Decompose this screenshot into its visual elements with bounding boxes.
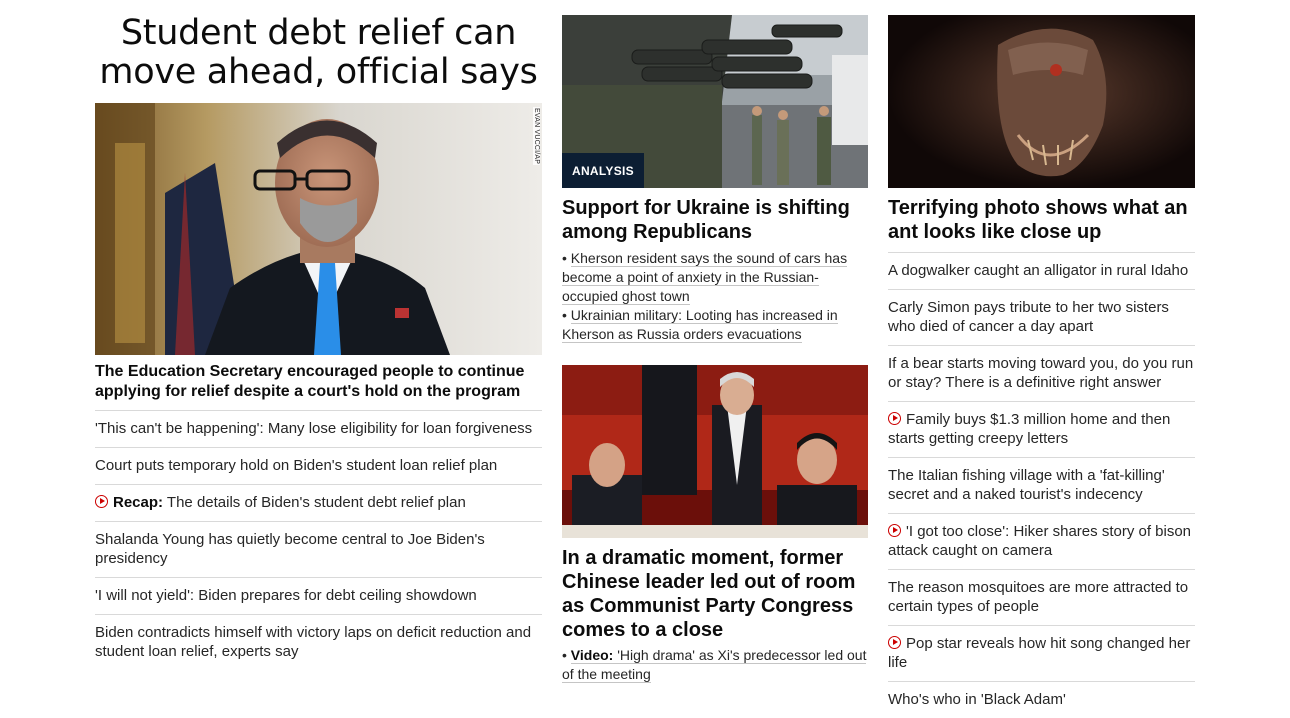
list-item: The Italian fishing village with a 'fat-… (888, 457, 1195, 513)
story-link[interactable]: Court puts temporary hold on Biden's stu… (95, 457, 497, 474)
list-item: If a bear starts moving toward you, do y… (888, 345, 1195, 401)
middle-column: ANALYSIS Support for Ukraine is shifting… (562, 0, 868, 683)
more-stories-list: A dogwalker caught an alligator in rural… (888, 252, 1195, 718)
story-text: The details of Biden's student debt reli… (163, 494, 466, 511)
ukraine-bullets: • Kherson resident says the sound of car… (562, 249, 868, 344)
list-item: Pop star reveals how hit song changed he… (888, 625, 1195, 681)
left-column: Student debt relief can move ahead, offi… (95, 0, 542, 670)
bullet-item: • Kherson resident says the sound of car… (562, 250, 848, 305)
list-item: 'This can't be happening': Many lose eli… (95, 410, 542, 447)
hero-headline[interactable]: Student debt relief can move ahead, offi… (95, 14, 542, 92)
bullet-item: • Ukrainian military: Looting has increa… (562, 307, 838, 343)
recap-prefix: Recap: (113, 494, 164, 511)
list-item: Carly Simon pays tribute to her two sist… (888, 289, 1195, 345)
hero-image[interactable]: EVAN VUCCI/AP (95, 103, 542, 355)
bullet-link[interactable]: Ukrainian military: Looting has increase… (562, 307, 838, 343)
hero-photo (95, 103, 542, 355)
china-bullets: • Video: 'High drama' as Xi's predecesso… (562, 646, 868, 684)
story-link-video[interactable]: Family buys $1.3 million home and then s… (888, 411, 1170, 447)
play-icon (888, 412, 901, 425)
story-link[interactable]: If a bear starts moving toward you, do y… (888, 355, 1193, 391)
list-item: 'I will not yield': Biden prepares for d… (95, 577, 542, 614)
story-link[interactable]: Carly Simon pays tribute to her two sist… (888, 299, 1169, 335)
ant-photo (888, 15, 1195, 188)
story-link[interactable]: 'I will not yield': Biden prepares for d… (95, 587, 477, 604)
list-item: The reason mosquitoes are more attracted… (888, 569, 1195, 625)
list-item: Family buys $1.3 million home and then s… (888, 401, 1195, 457)
list-item: A dogwalker caught an alligator in rural… (888, 252, 1195, 289)
story-link-video[interactable]: 'I got too close': Hiker shares story of… (888, 523, 1191, 559)
video-bullet-link[interactable]: Video: 'High drama' as Xi's predecessor … (562, 647, 867, 683)
ukraine-image[interactable]: ANALYSIS (562, 15, 868, 188)
analysis-badge: ANALYSIS (562, 153, 644, 188)
story-link[interactable]: Who's who in 'Black Adam' (888, 691, 1066, 708)
story-link[interactable]: 'This can't be happening': Many lose eli… (95, 420, 532, 437)
bullet-item: • Video: 'High drama' as Xi's predecesso… (562, 647, 867, 683)
story-link[interactable]: Shalanda Young has quietly become centra… (95, 531, 485, 567)
lead-summary-link[interactable]: The Education Secretary encouraged peopl… (95, 362, 542, 402)
story-text: 'I got too close': Hiker shares story of… (888, 523, 1192, 559)
related-stories-list: 'This can't be happening': Many lose eli… (95, 410, 542, 670)
story-link[interactable]: The Italian fishing village with a 'fat-… (888, 467, 1165, 503)
story-text: Pop star reveals how hit song changed he… (888, 635, 1191, 671)
list-item: 'I got too close': Hiker shares story of… (888, 513, 1195, 569)
list-item: Shalanda Young has quietly become centra… (95, 521, 542, 577)
china-photo (562, 365, 868, 538)
bullet-link[interactable]: Kherson resident says the sound of cars … (562, 250, 848, 305)
play-icon (888, 636, 901, 649)
story-link-video[interactable]: Recap: The details of Biden's student de… (95, 494, 466, 511)
story-text: Family buys $1.3 million home and then s… (888, 411, 1171, 447)
china-headline[interactable]: In a dramatic moment, former Chinese lea… (562, 546, 868, 642)
china-image[interactable] (562, 365, 868, 538)
story-link[interactable]: Biden contradicts himself with victory l… (95, 624, 531, 660)
video-prefix: Video: (570, 647, 614, 663)
list-item: Who's who in 'Black Adam' (888, 681, 1195, 718)
story-link-video[interactable]: Pop star reveals how hit song changed he… (888, 635, 1190, 671)
list-item: Biden contradicts himself with victory l… (95, 614, 542, 670)
image-credit: EVAN VUCCI/AP (533, 107, 540, 166)
list-item: Recap: The details of Biden's student de… (95, 484, 542, 521)
story-link[interactable]: The reason mosquitoes are more attracted… (888, 579, 1188, 615)
play-icon (95, 495, 108, 508)
ukraine-headline[interactable]: Support for Ukraine is shifting among Re… (562, 196, 868, 244)
list-item: Court puts temporary hold on Biden's stu… (95, 447, 542, 484)
ant-headline[interactable]: Terrifying photo shows what an ant looks… (888, 196, 1195, 244)
ant-image[interactable] (888, 15, 1195, 188)
story-link[interactable]: A dogwalker caught an alligator in rural… (888, 262, 1188, 279)
play-icon (888, 524, 901, 537)
right-column: Terrifying photo shows what an ant looks… (888, 0, 1195, 718)
